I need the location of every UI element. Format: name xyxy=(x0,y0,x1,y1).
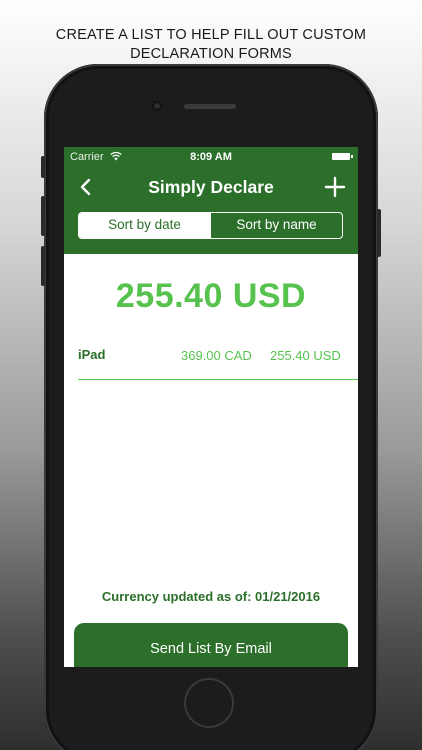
front-camera xyxy=(152,101,162,111)
plus-icon[interactable] xyxy=(324,176,346,198)
sort-segmented-control: Sort by date Sort by name xyxy=(78,212,343,239)
page-title: Simply Declare xyxy=(148,177,274,197)
sort-by-date-tab[interactable]: Sort by date xyxy=(79,213,210,238)
sort-by-name-tab[interactable]: Sort by name xyxy=(210,213,342,238)
item-cad-value: 369.00 CAD xyxy=(181,348,252,363)
volume-down-button xyxy=(41,246,45,286)
status-time: 8:09 AM xyxy=(190,151,232,163)
power-button xyxy=(377,209,381,257)
navigation-bar: Carrier 8:09 AM Simply Declare Sort by d… xyxy=(64,147,358,254)
app-screen: Carrier 8:09 AM Simply Declare Sort by d… xyxy=(64,147,358,667)
item-name: iPad xyxy=(78,347,106,362)
status-bar: Carrier 8:09 AM xyxy=(64,147,358,167)
earpiece-speaker xyxy=(184,104,236,109)
promo-caption-line-2: DECLARATION FORMS xyxy=(130,46,292,62)
promo-caption: CREATE A LIST TO HELP FILL OUT CUSTOM DE… xyxy=(0,26,422,64)
home-button[interactable] xyxy=(184,678,234,728)
item-usd-value: 255.40 USD xyxy=(270,348,341,363)
promo-caption-line-1: CREATE A LIST TO HELP FILL OUT CUSTOM xyxy=(55,27,367,43)
battery-icon xyxy=(332,153,353,160)
send-list-by-email-button[interactable]: Send List By Email xyxy=(74,623,348,667)
mute-switch xyxy=(41,156,45,178)
currency-updated-label: Currency updated as of: 01/21/2016 xyxy=(101,589,321,604)
list-item[interactable]: iPad 369.00 CAD 255.40 USD xyxy=(78,345,358,380)
total-amount: 255.40 USD xyxy=(115,277,307,315)
volume-up-button xyxy=(41,196,45,236)
phone-frame: Carrier 8:09 AM Simply Declare Sort by d… xyxy=(41,64,381,750)
